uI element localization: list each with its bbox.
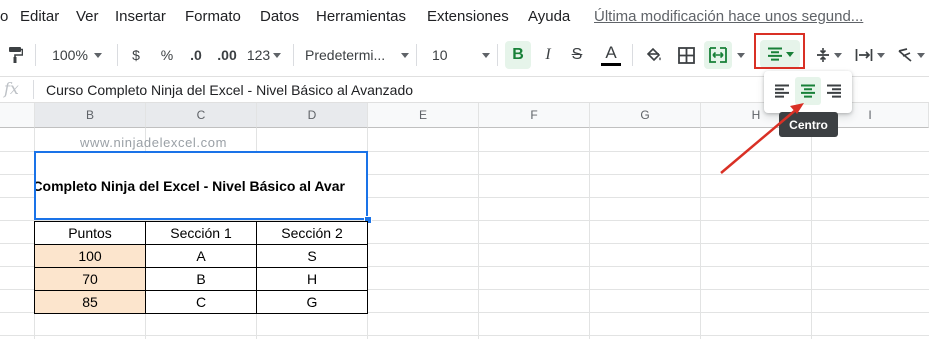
decrease-decimal-label: .0 [190,47,202,63]
watermark-text: www.ninjadelexcel.com [80,135,227,150]
merge-options-dropdown[interactable] [734,36,748,74]
align-left-option[interactable] [769,77,795,105]
grid-line [589,128,590,339]
table-cell[interactable]: A [146,245,257,268]
vertical-align-icon [817,48,829,62]
borders-button[interactable] [674,36,698,74]
chevron-down-icon [834,52,842,58]
formula-input[interactable]: Curso Completo Ninja del Excel - Nivel B… [46,82,413,98]
strikethrough-button[interactable]: S [566,36,588,74]
selected-merged-title-cell[interactable]: o Completo Ninja del Excel - Nivel Básic… [34,151,368,220]
column-header-a[interactable] [0,103,35,128]
italic-button[interactable]: I [537,36,559,74]
fx-icon: fx [4,79,19,98]
align-left-icon [775,84,789,98]
align-center-icon [801,84,815,98]
align-center-option[interactable] [795,77,821,105]
last-modified-link[interactable]: Última modificación hace unos segund... [594,8,863,25]
grid-line [0,335,929,336]
text-wrapping-button[interactable] [852,36,888,74]
menu-data[interactable]: Datos [260,8,299,25]
table-header-cell[interactable]: Sección 1 [146,221,257,245]
column-header-g[interactable]: G [590,103,701,128]
horizontal-align-menu [764,71,852,113]
font-family-value: Predetermi... [305,47,386,63]
text-wrap-icon [855,49,873,61]
menu-insert[interactable]: Insertar [115,8,166,25]
bold-button[interactable]: B [505,41,531,69]
fill-color-button[interactable] [642,36,666,74]
table-cell[interactable]: 85 [34,291,146,314]
table-header-cell[interactable]: Puntos [34,221,146,245]
chevron-down-icon [401,52,409,58]
currency-format-button[interactable]: $ [126,36,146,74]
title-cell-text: o Completo Ninja del Excel - Nivel Básic… [34,178,345,194]
column-header-e[interactable]: E [368,103,479,128]
chevron-down-icon [482,52,490,58]
increase-decimal-button[interactable]: .00 [213,36,241,74]
menu-format[interactable]: Formato [185,8,241,25]
menu-edit[interactable]: Editar [20,8,59,25]
more-formats-label: 123 [246,47,271,63]
grid-line [700,128,701,339]
chevron-down-icon [877,52,885,58]
table-cell[interactable]: 70 [34,268,146,291]
table-header-cell[interactable]: Sección 2 [257,221,368,245]
decrease-decimal-button[interactable]: .0 [184,36,208,74]
column-header-f[interactable]: F [479,103,590,128]
paint-roller-icon [9,47,23,63]
toolbar-separator [497,44,498,66]
vertical-align-button[interactable] [812,36,846,74]
toolbar-separator [35,44,36,66]
table-cell[interactable]: 100 [34,245,146,268]
font-size-select[interactable]: 10 [428,36,490,74]
percent-format-button[interactable]: % [156,36,178,74]
font-family-select[interactable]: Predetermi... [305,36,409,74]
formula-bar-separator [33,80,34,99]
toolbar-separator [416,44,417,66]
tutorial-highlight-box [754,33,805,69]
text-rotation-icon [898,48,912,62]
align-right-option[interactable] [821,77,847,105]
grid-line [811,128,812,339]
toolbar-separator [632,44,633,66]
toolbar-separator [117,44,118,66]
paint-format-button[interactable] [4,36,26,74]
menu-bar: o Editar Ver Insertar Formato Datos Herr… [0,0,929,34]
table-cell[interactable]: S [257,245,368,268]
menu-file[interactable]: o [0,8,8,25]
column-header-b[interactable]: B [35,103,146,128]
paint-bucket-icon [646,47,661,62]
text-color-label: A [605,43,617,62]
menu-view[interactable]: Ver [76,8,99,25]
toolbar-separator [293,44,294,66]
increase-decimal-label: .00 [217,47,237,63]
grid-line [478,128,479,339]
table-cell[interactable]: C [146,291,257,314]
merge-cells-button[interactable] [704,41,732,69]
zoom-select[interactable]: 100% [46,36,108,74]
menu-help[interactable]: Ayuda [528,8,570,25]
chevron-down-icon [273,52,282,58]
font-size-value: 10 [432,47,448,63]
menu-extensions[interactable]: Extensiones [427,8,509,25]
table-cell[interactable]: H [257,268,368,291]
table-cell[interactable]: G [257,291,368,314]
align-right-icon [827,84,841,98]
merge-cells-icon [709,47,727,63]
table-cell[interactable]: B [146,268,257,291]
chevron-down-icon [917,52,925,58]
column-header-d[interactable]: D [257,103,368,128]
more-formats-select[interactable]: 123 [244,36,284,74]
text-color-button[interactable]: A [598,36,624,74]
chevron-down-icon [93,52,102,58]
center-tooltip: Centro [779,112,838,137]
text-color-swatch [601,63,621,66]
borders-icon [677,46,695,64]
menu-tools[interactable]: Herramientas [316,8,406,25]
text-rotation-button[interactable] [894,36,928,74]
chevron-down-icon [737,52,745,58]
column-header-c[interactable]: C [146,103,257,128]
zoom-value: 100% [52,47,88,63]
